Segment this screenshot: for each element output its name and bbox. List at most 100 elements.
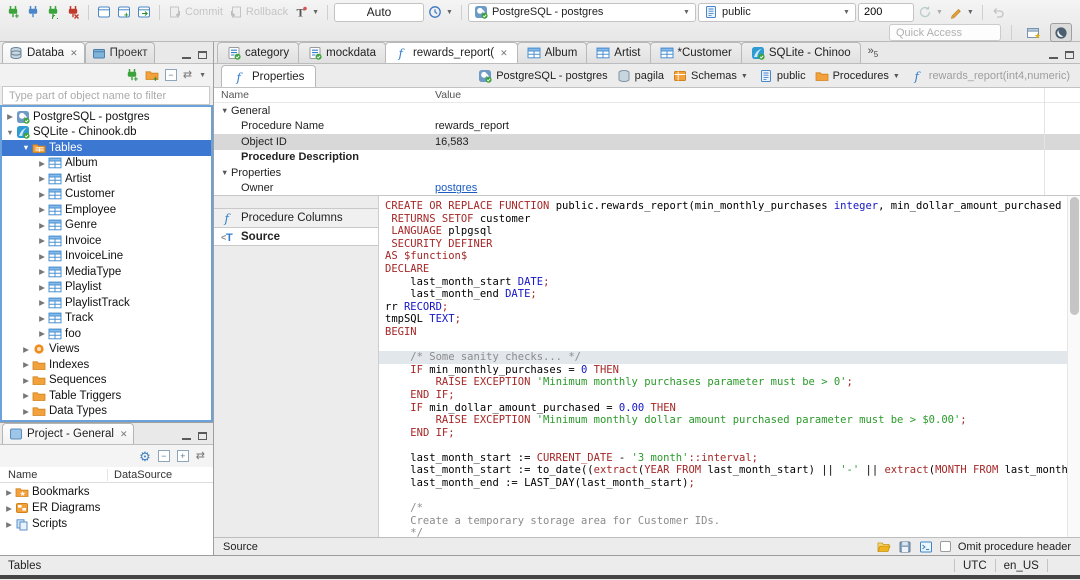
expander-right-icon[interactable]: ▶ [37, 252, 47, 261]
connect-icon[interactable]: + [125, 68, 139, 82]
expander-right-icon[interactable]: ▶ [4, 488, 14, 497]
refresh-button[interactable]: ▼ [916, 4, 945, 20]
tree-item-foo[interactable]: ▶ foo [2, 326, 211, 342]
property-row-general[interactable]: ▼ General [214, 103, 1080, 119]
code-scrollbar[interactable] [1067, 196, 1080, 537]
console-icon[interactable] [919, 540, 933, 554]
property-row-procedure-name[interactable]: Procedure Name rewards_report [214, 119, 1080, 135]
scrollbar-thumb[interactable] [1070, 197, 1079, 315]
breadcrumb-item-rewards-report-int4-numeric[interactable]: f rewards_report(int4,numeric) [907, 68, 1074, 84]
editor-tab-mockdata[interactable]: mockdata [298, 42, 386, 63]
reconnect-button[interactable] [44, 4, 62, 20]
expander-right-icon[interactable]: ▶ [21, 376, 31, 385]
new-connection-button[interactable]: + [4, 4, 22, 20]
tab-overflow-indicator[interactable]: »5 [868, 45, 879, 59]
minimize-icon[interactable] [182, 432, 191, 440]
tree-item-genre[interactable]: ▶ Genre [2, 218, 211, 234]
transaction-history-button[interactable]: ▼ [426, 4, 455, 20]
expander-down-icon[interactable]: ▼ [5, 128, 15, 137]
chevron-down-icon[interactable]: ▼ [893, 73, 900, 80]
column-header-datasource[interactable]: DataSource [108, 469, 172, 481]
expander-right-icon[interactable]: ▶ [21, 360, 31, 369]
new-sql-editor-button[interactable]: + [115, 4, 133, 20]
expander-right-icon[interactable]: ▶ [37, 205, 47, 214]
tree-item-mediatype[interactable]: ▶ MediaType [2, 264, 211, 280]
tree-item-data-types[interactable]: ▶ Data Types [2, 404, 211, 420]
property-row-properties[interactable]: ▼ Properties [214, 165, 1080, 181]
timezone-indicator[interactable]: UTC [963, 560, 987, 572]
property-row-procedure-description[interactable]: Procedure Description [214, 150, 1080, 166]
gear-icon[interactable]: ⚙ [139, 450, 151, 463]
tree-item-sequences[interactable]: ▶ Sequences [2, 373, 211, 389]
tree-item-playlist[interactable]: ▶ Playlist [2, 280, 211, 296]
quick-access-input[interactable] [889, 24, 1001, 41]
editor-tab-artist[interactable]: Artist [586, 42, 651, 63]
connect-button[interactable] [24, 4, 42, 20]
expander-right-icon[interactable]: ▶ [37, 159, 47, 168]
expander-right-icon[interactable]: ▶ [21, 407, 31, 416]
rollback-button[interactable]: Rollback [227, 4, 290, 20]
tree-item-postgresql-postgres[interactable]: ▶ PostgreSQL - postgres [2, 109, 211, 125]
maximize-icon[interactable] [198, 51, 207, 59]
new-folder-icon[interactable]: + [145, 68, 159, 82]
open-file-icon[interactable] [877, 540, 891, 554]
tree-item-invoiceline[interactable]: ▶ InvoiceLine [2, 249, 211, 265]
open-sql-script-button[interactable] [135, 4, 153, 20]
editor-tab-rewards-report[interactable]: f rewards_report(✕ [384, 42, 518, 63]
collapse-all-icon[interactable]: − [157, 450, 170, 462]
transaction-mode-select[interactable]: Auto [334, 2, 425, 22]
breadcrumb-item-procedures[interactable]: Procedures ▼ [811, 68, 906, 84]
tree-item-album[interactable]: ▶ Album [2, 156, 211, 172]
source-code-editor[interactable]: CREATE OR REPLACE FUNCTION public.reward… [379, 196, 1067, 537]
property-row-owner[interactable]: Owner postgres [214, 181, 1080, 196]
fetch-size-input[interactable] [857, 2, 914, 22]
tree-item-artist[interactable]: ▶ Artist [2, 171, 211, 187]
column-header-name[interactable]: Name [0, 468, 108, 481]
connection-select[interactable]: PostgreSQL - postgres ▼ [467, 2, 696, 22]
undo-button[interactable] [989, 4, 1007, 20]
tree-item-track[interactable]: ▶ Track [2, 311, 211, 327]
edit-mode-button[interactable]: ▼ [947, 4, 976, 20]
tree-item-views[interactable]: ▶ Views [2, 342, 211, 358]
expander-down-icon[interactable]: ▼ [21, 143, 31, 152]
tab-properties[interactable]: f Properties [221, 65, 317, 87]
column-header-name[interactable]: Name [214, 89, 430, 101]
close-icon[interactable]: ✕ [70, 48, 78, 59]
project-item-er-diagrams[interactable]: ▶ ER Diagrams [0, 500, 213, 516]
open-perspective-button[interactable]: ★ [1022, 23, 1044, 42]
expander-right-icon[interactable]: ▶ [4, 520, 14, 529]
sql-editor-button[interactable] [95, 4, 113, 20]
tab-project-general[interactable]: Project - General ✕ [2, 423, 135, 444]
expander-right-icon[interactable]: ▶ [21, 391, 31, 400]
chevron-down-icon[interactable]: ▼ [741, 73, 748, 80]
maximize-icon[interactable] [1065, 51, 1074, 59]
expander-down-icon[interactable]: ▼ [221, 168, 231, 177]
expander-right-icon[interactable]: ▶ [37, 236, 47, 245]
expander-right-icon[interactable]: ▶ [37, 174, 47, 183]
breadcrumb-item-postgresql-postgres[interactable]: PostgreSQL - postgres [474, 68, 611, 84]
editor-tab-category[interactable]: category [217, 42, 300, 63]
tree-item-sqlite-chinook-db[interactable]: ▼ SQLite - Chinook.db [2, 125, 211, 141]
expander-right-icon[interactable]: ▶ [37, 329, 47, 338]
property-row-object-id[interactable]: Object ID 16,583 [214, 134, 1080, 150]
minimize-icon[interactable] [1049, 51, 1058, 59]
commit-button[interactable]: Commit [166, 4, 225, 20]
schema-select[interactable]: public ▼ [697, 2, 856, 22]
editor-tab-album[interactable]: Album [516, 42, 588, 63]
expander-right-icon[interactable]: ▶ [37, 221, 47, 230]
expander-right-icon[interactable]: ▶ [37, 283, 47, 292]
transaction-log-button[interactable]: T ▼ [292, 4, 321, 20]
project-item-bookmarks[interactable]: ▶ ★ Bookmarks [0, 484, 213, 500]
omit-procedure-header-checkbox[interactable] [939, 541, 951, 552]
view-menu-icon[interactable]: ▼ [199, 72, 206, 79]
tab-project-explorer[interactable]: Проект [84, 42, 155, 63]
tree-item-invoice[interactable]: ▶ Invoice [2, 233, 211, 249]
editor-tab-customer[interactable]: *Customer [649, 42, 742, 63]
expander-right-icon[interactable]: ▶ [5, 112, 15, 121]
expander-right-icon[interactable]: ▶ [37, 267, 47, 276]
minimize-icon[interactable] [182, 51, 191, 59]
expand-all-icon[interactable]: + [176, 450, 189, 462]
expander-right-icon[interactable]: ▶ [4, 504, 14, 513]
breadcrumb-item-pagila[interactable]: pagila [613, 68, 668, 84]
navigator-filter-input[interactable] [2, 86, 210, 105]
